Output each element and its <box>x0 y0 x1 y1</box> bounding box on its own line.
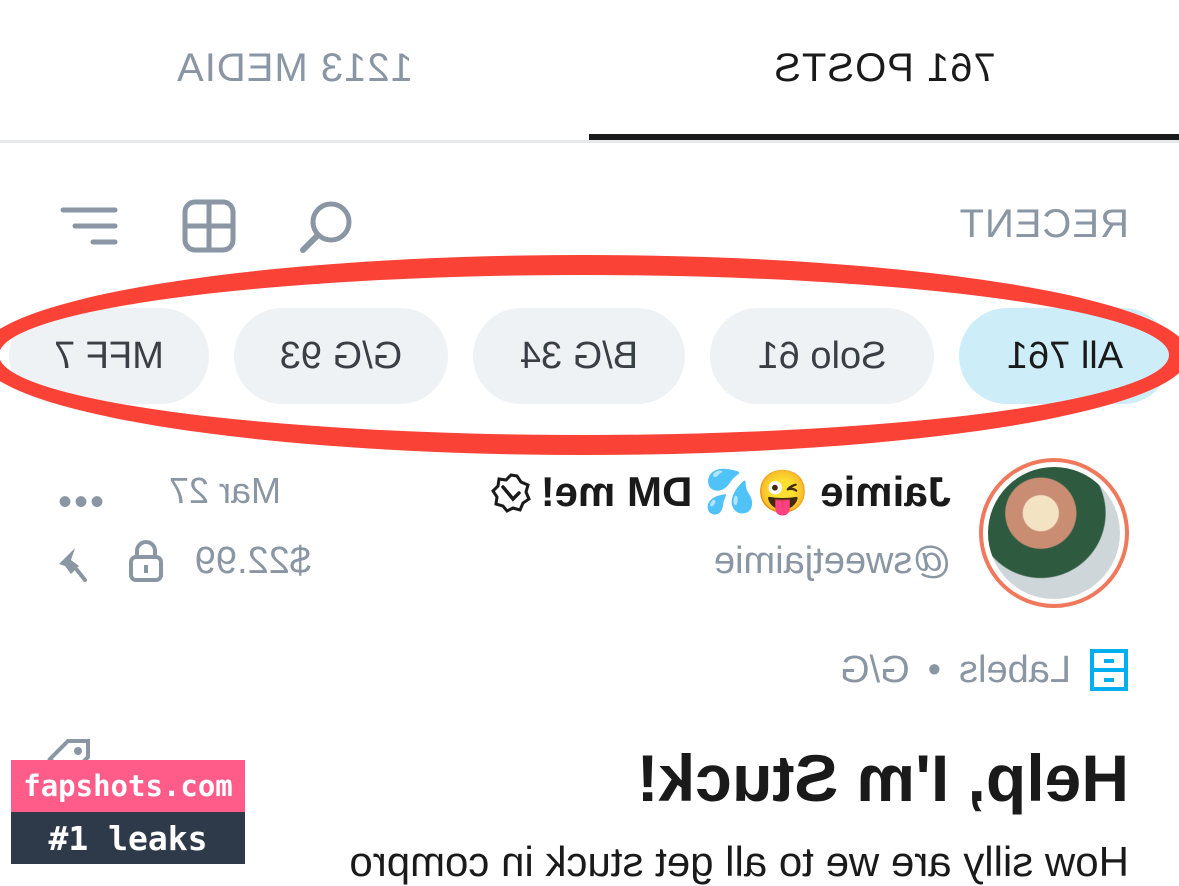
post-toolbar: RECENT <box>0 190 1179 260</box>
tab-posts[interactable]: 761 POSTS <box>590 0 1179 137</box>
chip-mff[interactable]: MFF 7 <box>9 308 209 404</box>
mirrored-screen: 761 POSTS 1213 MEDIA RECENT All 761 Solo… <box>0 0 1179 885</box>
tab-media-label: 1213 MEDIA <box>176 46 413 90</box>
label-value: G/G <box>840 648 910 691</box>
search-icon[interactable] <box>297 196 357 256</box>
lock-icon <box>129 540 163 582</box>
tab-posts-label: 761 POSTS <box>773 46 996 90</box>
more-options-icon[interactable]: ••• <box>56 480 104 525</box>
tab-bar: 761 POSTS 1213 MEDIA <box>0 0 1179 143</box>
separator-dot: • <box>927 648 942 691</box>
post-date: Mar 27 <box>168 470 281 511</box>
post-text: How silly are we to all get stuck in com… <box>349 838 1129 885</box>
chip-all[interactable]: All 761 <box>959 308 1171 404</box>
grid-icon[interactable] <box>179 196 239 256</box>
chip-bg[interactable]: B/G 34 <box>473 308 685 404</box>
chip-label: Solo 61 <box>757 334 887 377</box>
watermark-tagline: #1 leaks <box>11 812 245 864</box>
drawer-icon <box>1090 649 1128 691</box>
chip-solo[interactable]: Solo 61 <box>710 308 934 404</box>
sort-button[interactable]: RECENT <box>959 202 1129 247</box>
chip-label: All 761 <box>1006 334 1124 377</box>
active-tab-indicator <box>589 134 1179 140</box>
filter-icon[interactable] <box>59 196 119 256</box>
chip-label: MFF 7 <box>54 334 164 377</box>
chip-label: G/G 93 <box>279 334 403 377</box>
tab-media[interactable]: 1213 MEDIA <box>0 0 589 137</box>
author-handle[interactable]: @sweetjaimie <box>714 540 951 583</box>
avatar-image <box>988 467 1120 599</box>
avatar[interactable] <box>979 458 1129 608</box>
author-name-text: Jaimie 😜💦 DM me! <box>540 468 951 515</box>
label-chip-row: All 761 Solo 61 B/G 34 G/G 93 MFF 7 <box>0 308 1179 408</box>
author-name[interactable]: Jaimie 😜💦 DM me! <box>490 468 951 517</box>
post-title: Help, I'm Stuck! <box>636 741 1129 815</box>
watermark: fapshots.com #1 leaks <box>11 760 245 864</box>
chip-gg[interactable]: G/G 93 <box>234 308 448 404</box>
pin-icon[interactable] <box>49 544 89 584</box>
labels-prefix: Labels <box>959 648 1071 691</box>
post-labels[interactable]: Labels • G/G <box>840 648 1129 692</box>
verified-badge-icon <box>490 472 531 513</box>
post-price: $22.99 <box>194 540 311 582</box>
chip-label: B/G 34 <box>519 334 639 377</box>
watermark-site: fapshots.com <box>11 760 245 812</box>
